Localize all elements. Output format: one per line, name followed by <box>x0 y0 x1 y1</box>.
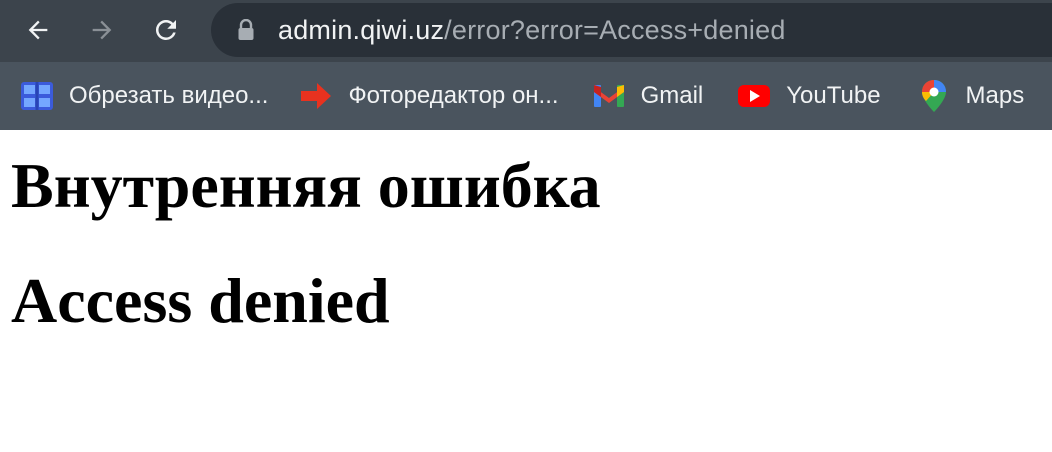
url-path: /error?error=Access+denied <box>444 14 786 45</box>
forward-button[interactable] <box>84 12 120 48</box>
forward-arrow-icon <box>92 20 112 40</box>
bookmark-label: Фоторедактор он... <box>348 82 559 109</box>
bookmark-label: Gmail <box>640 82 704 109</box>
youtube-icon <box>737 79 771 113</box>
bookmark-video-trim[interactable]: Обрезать видео... <box>20 74 268 118</box>
video-trim-icon <box>20 79 54 113</box>
browser-toolbar: admin.qiwi.uz/error?error=Access+denied <box>0 0 1052 62</box>
address-bar[interactable]: admin.qiwi.uz/error?error=Access+denied <box>211 3 1052 57</box>
reload-button[interactable] <box>148 12 184 48</box>
bookmark-label: YouTube <box>786 82 881 109</box>
back-arrow-icon <box>28 20 48 40</box>
bookmark-gmail[interactable]: Gmail <box>592 74 704 118</box>
maps-pin-icon <box>917 79 951 113</box>
red-arrow-icon <box>299 79 333 113</box>
bookmarks-bar: Обрезать видео... Фоторедактор он... Gma… <box>0 62 1052 130</box>
back-button[interactable] <box>20 12 56 48</box>
browser-chrome: admin.qiwi.uz/error?error=Access+denied … <box>0 0 1052 130</box>
bookmark-youtube[interactable]: YouTube <box>737 74 881 118</box>
url-host: admin.qiwi.uz <box>278 14 445 45</box>
url-text[interactable]: admin.qiwi.uz/error?error=Access+denied <box>278 15 786 46</box>
reload-icon <box>155 19 176 40</box>
page-content: Внутренняя ошибка Access denied <box>0 130 1052 333</box>
lock-icon[interactable] <box>236 18 256 42</box>
gmail-icon <box>592 79 626 113</box>
bookmark-label: Обрезать видео... <box>69 82 269 109</box>
bookmark-maps[interactable]: Maps <box>917 74 1025 118</box>
bookmark-photo-editor[interactable]: Фоторедактор он... <box>299 74 559 118</box>
error-message: Access denied <box>11 265 390 336</box>
bookmark-label: Maps <box>965 82 1025 109</box>
error-title: Внутренняя ошибка <box>11 150 601 221</box>
